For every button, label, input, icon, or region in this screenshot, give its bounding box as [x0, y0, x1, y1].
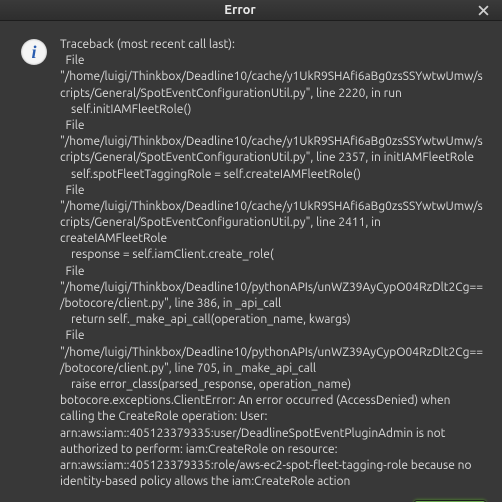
close-icon[interactable]	[472, 0, 494, 20]
window-title: Error	[8, 3, 472, 17]
icon-column: i	[14, 37, 54, 490]
dialog-content: i Traceback (most recent call last): Fil…	[0, 21, 502, 500]
info-icon: i	[21, 39, 47, 65]
titlebar: Error	[0, 0, 502, 21]
x-icon	[478, 5, 489, 16]
error-message: Traceback (most recent call last): File …	[60, 37, 484, 490]
message-column: Traceback (most recent call last): File …	[54, 37, 484, 490]
